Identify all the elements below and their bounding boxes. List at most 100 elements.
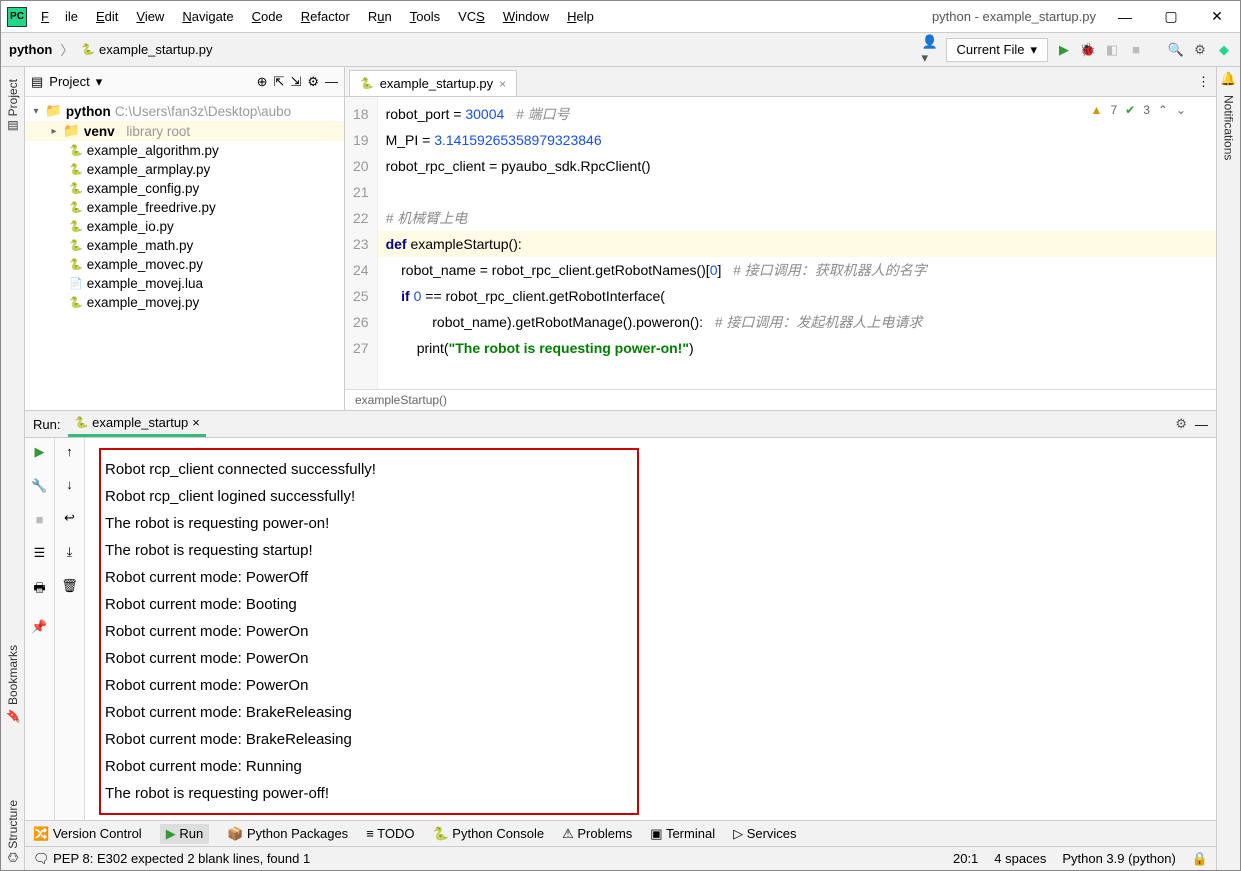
hide-panel-icon[interactable]: — xyxy=(1195,417,1208,432)
expand-all-icon[interactable]: ⇱ xyxy=(274,74,285,90)
tree-file[interactable]: 🐍example_freedrive.py xyxy=(25,198,344,217)
maximize-button[interactable]: ▢ xyxy=(1148,2,1194,32)
caret-position[interactable]: 20:1 xyxy=(953,851,978,866)
run-config-label: Current File xyxy=(957,42,1025,57)
tab-python-packages[interactable]: 📦 Python Packages xyxy=(227,826,348,842)
editor-tab[interactable]: 🐍 example_startup.py × xyxy=(349,70,517,96)
menu-edit[interactable]: Edit xyxy=(88,5,126,28)
search-icon[interactable]: 🔍 xyxy=(1168,42,1184,58)
scroll-to-end-icon[interactable]: ⤓ xyxy=(67,544,73,560)
menu-navigate[interactable]: Navigate xyxy=(174,5,241,28)
python-file-icon: 🐍 xyxy=(69,144,83,157)
layout-icon[interactable]: ☰ xyxy=(34,545,46,561)
run-settings-icon[interactable]: ⚙ xyxy=(1175,416,1187,432)
rerun-icon[interactable]: ▶ xyxy=(35,444,45,460)
run-config-selector[interactable]: Current File ▾ xyxy=(946,38,1048,62)
stop-button[interactable]: ■ xyxy=(1128,42,1144,58)
lua-file-icon: 📄 xyxy=(69,277,83,290)
indent-setting[interactable]: 4 spaces xyxy=(994,851,1046,866)
interpreter[interactable]: Python 3.9 (python) xyxy=(1062,851,1175,866)
down-icon[interactable]: ↓ xyxy=(66,477,73,492)
menu-refactor[interactable]: Refactor xyxy=(293,5,358,28)
menu-help[interactable]: Help xyxy=(559,5,602,28)
tree-file[interactable]: 🐍example_math.py xyxy=(25,236,344,255)
chevron-down-icon[interactable]: ▾ xyxy=(96,74,103,90)
tool-project[interactable]: ▤ Project xyxy=(4,71,22,142)
tab-run[interactable]: ▶ Run xyxy=(160,824,209,844)
inspection-indicator[interactable]: ▲7 ✔3 ⌃ ⌄ xyxy=(1091,103,1186,117)
menu-code[interactable]: Code xyxy=(244,5,291,28)
tree-file[interactable]: 📄example_movej.lua xyxy=(25,274,344,293)
bottom-tool-bar: 🔀 Version Control ▶ Run 📦 Python Package… xyxy=(25,820,1216,846)
breadcrumb-file[interactable]: 🐍 example_startup.py xyxy=(81,42,212,57)
hide-panel-icon[interactable]: — xyxy=(325,74,338,89)
menu-run[interactable]: Run xyxy=(360,5,400,28)
settings-icon[interactable]: ⚙ xyxy=(307,74,319,90)
collapse-all-icon[interactable]: ⇲ xyxy=(290,74,301,90)
run-button[interactable]: ▶ xyxy=(1056,42,1072,58)
code-lines[interactable]: robot_port = 30004 # 端口号 M_PI = 3.141592… xyxy=(378,97,1216,389)
menu-vcs[interactable]: VCS xyxy=(450,5,493,28)
tree-venv[interactable]: ▸ 📁 venv library root xyxy=(25,121,344,141)
toolbox-icon[interactable]: ◆ xyxy=(1216,42,1232,58)
up-icon[interactable]: ↑ xyxy=(66,444,73,459)
menu-window[interactable]: Window xyxy=(495,5,557,28)
folder-icon: 📁 xyxy=(45,103,62,119)
minimize-button[interactable]: — xyxy=(1102,2,1148,32)
console-line: The robot is requesting startup! xyxy=(105,537,633,564)
close-tab-icon[interactable]: × xyxy=(499,77,506,91)
close-button[interactable]: ✕ xyxy=(1194,2,1240,32)
breadcrumb-root[interactable]: python xyxy=(9,42,52,57)
tree-file[interactable]: 🐍example_armplay.py xyxy=(25,160,344,179)
coverage-button[interactable]: ◧ xyxy=(1104,42,1120,58)
stop-icon[interactable]: ■ xyxy=(36,512,44,527)
menu-tools[interactable]: Tools xyxy=(402,5,448,28)
run-panel: Run: 🐍 example_startup × ⚙ — ▶ 🔧 ■ xyxy=(25,410,1216,820)
code-area[interactable]: ▲7 ✔3 ⌃ ⌄ 18192021222324252627 robot_por… xyxy=(345,97,1216,389)
tree-file[interactable]: 🐍example_algorithm.py xyxy=(25,141,344,160)
expand-toggle-icon[interactable]: ▾ xyxy=(31,106,41,117)
more-icon[interactable]: ⋮ xyxy=(1191,68,1216,96)
run-tab[interactable]: 🐍 example_startup × xyxy=(68,411,205,437)
tab-services[interactable]: ▷ Services xyxy=(733,826,796,842)
settings-icon[interactable]: ⚙ xyxy=(1192,42,1208,58)
tree-file[interactable]: 🐍example_io.py xyxy=(25,217,344,236)
tab-version-control[interactable]: 🔀 Version Control xyxy=(33,826,142,842)
close-tab-icon[interactable]: × xyxy=(192,415,200,430)
expand-toggle-icon[interactable]: ▸ xyxy=(49,126,59,137)
window-title: python - example_startup.py xyxy=(932,9,1102,24)
chevron-down-icon[interactable]: ⌄ xyxy=(1176,103,1186,117)
tab-python-console[interactable]: 🐍 Python Console xyxy=(432,826,544,842)
console-line: The robot is requesting power-off! xyxy=(105,780,633,807)
tree-file[interactable]: 🐍example_movec.py xyxy=(25,255,344,274)
warning-icon: ▲ xyxy=(1091,103,1103,117)
pin-icon[interactable]: 📌 xyxy=(31,619,47,635)
tab-todo[interactable]: ≡ TODO xyxy=(366,826,414,841)
menu-view[interactable]: View xyxy=(128,5,172,28)
python-file-icon: 🐍 xyxy=(81,43,95,56)
tree-file[interactable]: 🐍example_movej.py xyxy=(25,293,344,312)
console-output[interactable]: Robot rcp_client connected successfully!… xyxy=(85,438,1216,825)
debug-button[interactable]: 🐞 xyxy=(1080,42,1096,58)
user-icon[interactable]: 👤▾ xyxy=(922,42,938,58)
tab-terminal[interactable]: ▣ Terminal xyxy=(650,826,715,842)
tool-structure[interactable]: ⌬ Structure xyxy=(4,792,22,871)
select-opened-icon[interactable]: ⊕ xyxy=(257,74,268,90)
status-event-icon[interactable]: 🗨 xyxy=(33,851,50,867)
navigation-bar: python 〉 🐍 example_startup.py 👤▾ Current… xyxy=(1,33,1240,67)
soft-wrap-icon[interactable]: ↩ xyxy=(64,510,75,526)
console-line: Robot current mode: Booting xyxy=(105,591,633,618)
tree-root[interactable]: ▾ 📁 python C:\Users\fan3z\Desktop\aubo xyxy=(25,101,344,121)
tool-bookmarks[interactable]: 🔖 Bookmarks xyxy=(4,637,22,731)
tool-notifications[interactable]: Notifications xyxy=(1220,87,1238,168)
notifications-icon[interactable]: 🔔 xyxy=(1220,71,1236,87)
wrench-icon[interactable]: 🔧 xyxy=(31,478,47,494)
menu-file[interactable]: File xyxy=(33,5,86,28)
trash-icon[interactable]: 🗑 xyxy=(61,578,78,594)
tree-file[interactable]: 🐍example_config.py xyxy=(25,179,344,198)
chevron-up-icon[interactable]: ⌃ xyxy=(1158,103,1168,117)
tab-problems[interactable]: ⚠ Problems xyxy=(562,826,632,842)
editor-breadcrumb[interactable]: exampleStartup() xyxy=(345,389,1216,410)
print-icon[interactable]: 🖶 xyxy=(33,579,45,601)
lock-icon[interactable]: 🔒 xyxy=(1192,851,1208,867)
